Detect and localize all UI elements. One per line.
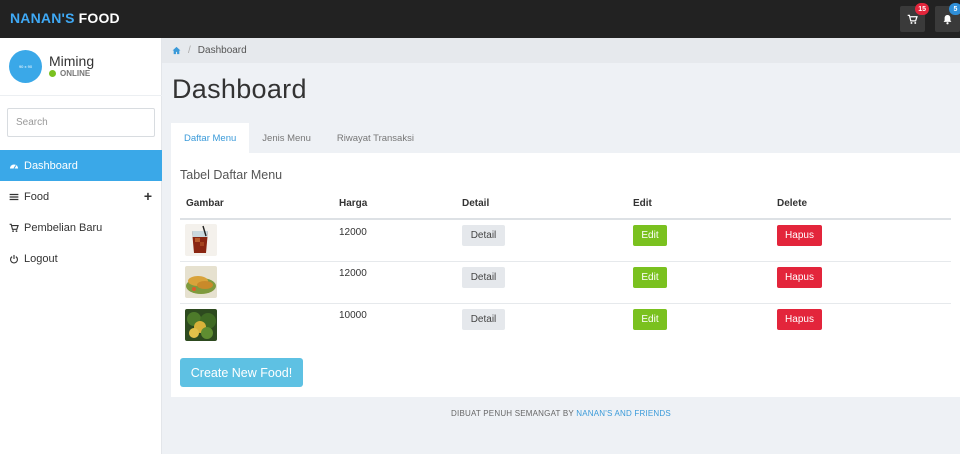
- table-header-divider: [180, 218, 951, 220]
- bars-icon: [9, 193, 19, 200]
- delete-button[interactable]: Hapus: [777, 309, 822, 330]
- brand-logo[interactable]: NANAN'S FOOD: [10, 10, 120, 26]
- edit-button[interactable]: Edit: [633, 267, 667, 288]
- detail-button[interactable]: Detail: [462, 225, 505, 246]
- tab-daftar-menu[interactable]: Daftar Menu: [171, 123, 250, 153]
- cart-button[interactable]: 15: [900, 3, 929, 32]
- online-dot-icon: [49, 70, 56, 77]
- edit-button[interactable]: Edit: [633, 225, 667, 246]
- dashboard-icon: [9, 163, 19, 169]
- sidebar-item-dashboard[interactable]: Dashboard: [0, 150, 162, 181]
- create-new-food-button[interactable]: Create New Food!: [180, 358, 303, 387]
- breadcrumb-current: Dashboard: [197, 45, 247, 56]
- sidebar-item-label: Dashboard: [24, 159, 78, 172]
- column-header-gambar: Gambar: [186, 198, 224, 209]
- sidebar-item-logout[interactable]: Logout: [0, 243, 162, 274]
- notification-button[interactable]: 5: [935, 3, 960, 32]
- sidebar: 90 x 90 Miming ONLINE Dashboard Food + P…: [0, 38, 162, 454]
- sidebar-item-label: Pembelian Baru: [24, 221, 103, 234]
- power-icon: [10, 254, 18, 263]
- delete-button[interactable]: Hapus: [777, 225, 822, 246]
- sidebar-item-label: Logout: [24, 252, 58, 265]
- price-value: 12000: [339, 268, 367, 279]
- page-title: Dashboard: [172, 74, 307, 104]
- salad-image: [185, 309, 217, 341]
- menu-table-panel: Tabel Daftar Menu Gambar Harga Detail Ed…: [171, 153, 960, 397]
- footer-link[interactable]: NANAN'S AND FRIENDS: [576, 409, 671, 418]
- sidebar-item-label: Food: [24, 190, 50, 203]
- notification-count-badge: 5: [949, 3, 960, 15]
- breadcrumb: / Dashboard: [162, 38, 960, 63]
- iced-drink-image: [185, 224, 217, 256]
- home-icon[interactable]: [172, 46, 181, 55]
- top-navbar: NANAN'S FOOD 15 5: [0, 0, 960, 38]
- footer-text: DIBUAT PENUH SEMANGAT BY: [451, 409, 574, 418]
- user-panel: 90 x 90 Miming ONLINE: [0, 38, 162, 96]
- detail-button[interactable]: Detail: [462, 267, 505, 288]
- tab-bar: Daftar Menu Jenis Menu Riwayat Transaksi: [171, 123, 427, 153]
- tab-riwayat-transaksi[interactable]: Riwayat Transaksi: [324, 123, 427, 153]
- fried-food-image: [185, 266, 217, 298]
- tab-jenis-menu[interactable]: Jenis Menu: [249, 123, 324, 153]
- price-value: 12000: [339, 227, 367, 238]
- edit-button[interactable]: Edit: [633, 309, 667, 330]
- bell-icon: [943, 14, 952, 24]
- table-title: Tabel Daftar Menu: [180, 168, 283, 182]
- footer: DIBUAT PENUH SEMANGAT BY NANAN'S AND FRI…: [162, 409, 960, 418]
- sidebar-item-pembelian-baru[interactable]: Pembelian Baru: [0, 212, 162, 243]
- user-status-label: ONLINE: [60, 69, 91, 78]
- user-name: Miming: [49, 53, 95, 69]
- row-divider: [180, 303, 951, 304]
- avatar-placeholder-text: 90 x 90: [18, 64, 33, 69]
- price-value: 10000: [339, 310, 367, 321]
- brand-name-part1: NANAN'S: [10, 10, 75, 26]
- user-status: ONLINE: [49, 69, 90, 78]
- cart-count-badge: 15: [915, 3, 929, 15]
- search-input[interactable]: [7, 108, 155, 137]
- detail-button[interactable]: Detail: [462, 309, 505, 330]
- column-header-edit: Edit: [633, 198, 652, 209]
- breadcrumb-separator: /: [188, 45, 191, 56]
- column-header-delete: Delete: [777, 198, 808, 209]
- cart-icon: [9, 223, 19, 232]
- plus-icon[interactable]: +: [144, 188, 152, 204]
- avatar[interactable]: 90 x 90: [9, 50, 42, 83]
- cart-icon: [907, 14, 918, 24]
- brand-name-part2: FOOD: [78, 10, 120, 26]
- row-divider: [180, 261, 951, 262]
- column-header-detail: Detail: [462, 198, 490, 209]
- delete-button[interactable]: Hapus: [777, 267, 822, 288]
- column-header-harga: Harga: [339, 198, 368, 209]
- sidebar-item-food[interactable]: Food +: [0, 181, 162, 212]
